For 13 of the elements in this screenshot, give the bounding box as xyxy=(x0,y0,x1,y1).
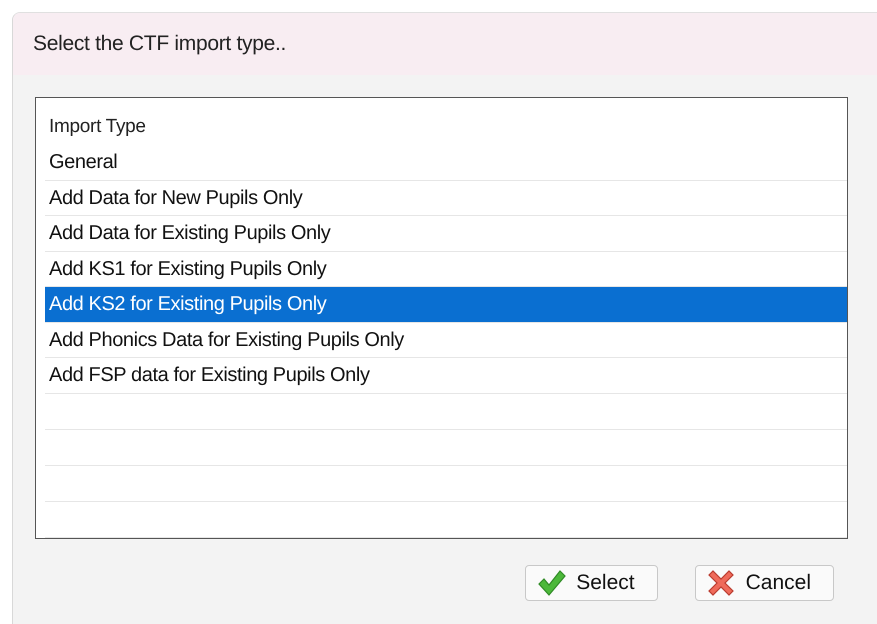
list-row[interactable]: Add Phonics Data for Existing Pupils Only xyxy=(45,322,847,358)
list-row[interactable]: Add KS2 for Existing Pupils Only xyxy=(45,287,847,323)
list-row[interactable]: Add FSP data for Existing Pupils Only xyxy=(45,358,847,394)
window-title: Select the CTF import type.. xyxy=(33,32,286,56)
checkmark-icon xyxy=(536,568,566,598)
cancel-button[interactable]: Cancel xyxy=(694,565,834,601)
cross-icon xyxy=(706,568,736,598)
list-row[interactable]: Add Data for New Pupils Only xyxy=(45,180,847,216)
column-header[interactable]: Import Type xyxy=(49,116,146,138)
list-row[interactable]: Add Data for Existing Pupils Only xyxy=(45,216,847,252)
list-view[interactable] xyxy=(35,97,848,539)
select-button[interactable]: Select xyxy=(525,565,658,601)
list-row[interactable]: General xyxy=(45,145,847,181)
